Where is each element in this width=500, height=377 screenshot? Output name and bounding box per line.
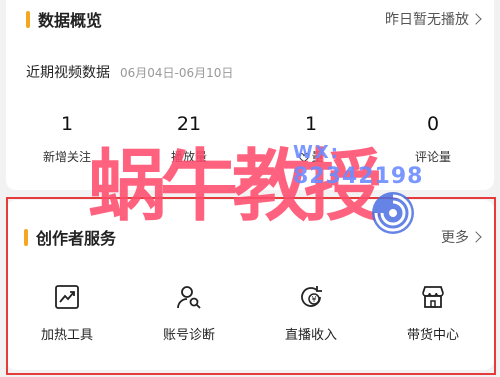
service-label: 直播收入 (284, 328, 337, 343)
stat-value: 0 (426, 113, 440, 135)
service-account-diagnosis[interactable]: 账号诊断 (128, 284, 250, 343)
section-accent-bar (24, 228, 28, 246)
stat-plays[interactable]: 21 播放量 (128, 112, 250, 165)
stat-label: 评论量 (414, 150, 451, 164)
trend-chart-icon (55, 285, 79, 309)
creator-services-card: 创作者服务 更多 加热工具 账号诊断 ¥ 直播收入 带货中心 (6, 200, 494, 370)
more-button[interactable]: 更多 (441, 227, 482, 247)
yuan-refresh-icon: ¥ (301, 286, 322, 307)
overview-title: 数据概览 (38, 11, 103, 30)
heart-icon (299, 152, 310, 162)
recent-video-data: 近期视频数据 06月04日-06月10日 (26, 62, 233, 82)
stat-likes[interactable]: 1 量 (250, 112, 372, 165)
svg-text:¥: ¥ (311, 295, 316, 304)
stat-label: 新增关注 (42, 150, 91, 164)
user-search-icon (177, 286, 201, 309)
yesterday-status[interactable]: 昨日暂无播放 (385, 9, 482, 29)
more-label: 更多 (441, 230, 469, 246)
chevron-right-icon (470, 231, 482, 243)
service-label: 带货中心 (406, 328, 459, 343)
stat-label: 量 (311, 150, 324, 164)
stat-label: 播放量 (170, 150, 207, 164)
services-grid: 加热工具 账号诊断 ¥ 直播收入 带货中心 (6, 284, 494, 343)
service-label: 加热工具 (40, 328, 93, 343)
store-icon (422, 286, 444, 308)
stats-row: 1 新增关注 21 播放量 1 量 0 评论量 (6, 112, 494, 165)
stat-value: 21 (176, 113, 202, 135)
service-heat-tools[interactable]: 加热工具 (6, 284, 128, 343)
yesterday-status-text: 昨日暂无播放 (385, 12, 469, 28)
stat-new-followers[interactable]: 1 新增关注 (6, 112, 128, 165)
stat-comments[interactable]: 0 评论量 (372, 112, 494, 165)
section-accent-bar (26, 10, 30, 28)
chevron-right-icon (470, 13, 482, 25)
recent-video-title: 近期视频数据 (26, 65, 110, 81)
stat-value: 1 (304, 113, 318, 135)
service-commerce-center[interactable]: 带货中心 (372, 284, 494, 343)
stat-value: 1 (60, 113, 74, 135)
date-range: 06月04日-06月10日 (120, 66, 234, 80)
data-overview-card: 数据概览 昨日暂无播放 近期视频数据 06月04日-06月10日 1 新增关注 … (6, 0, 494, 190)
services-title: 创作者服务 (36, 229, 117, 248)
overview-header: 数据概览 (26, 8, 102, 30)
services-header: 创作者服务 (24, 226, 116, 248)
service-label: 账号诊断 (162, 328, 215, 343)
service-live-income[interactable]: ¥ 直播收入 (250, 284, 372, 343)
